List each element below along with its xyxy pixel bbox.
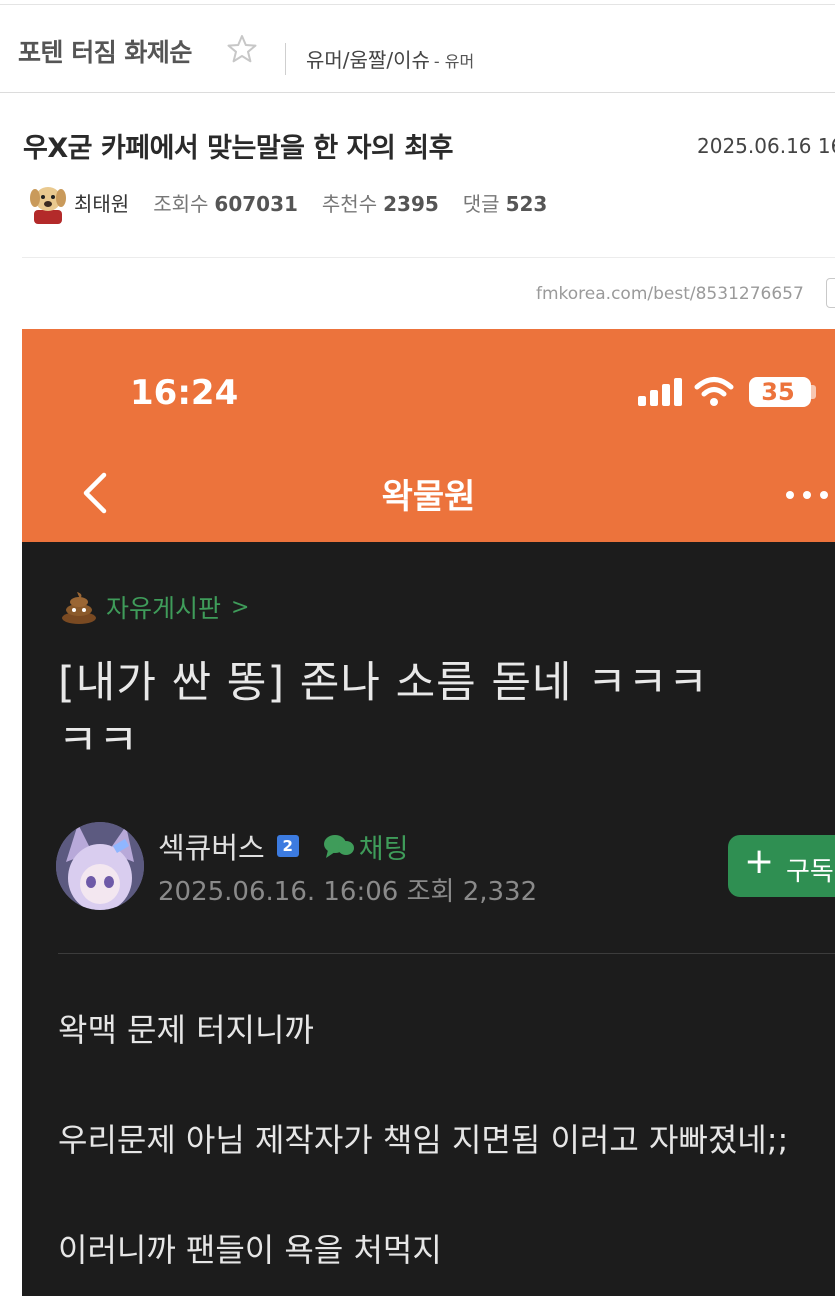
category-label: 유머/움짤/이슈 xyxy=(306,48,430,72)
comment-count[interactable]: 댓글 523 xyxy=(463,188,548,217)
comment-count-value: 523 xyxy=(505,191,548,216)
anime-character-icon xyxy=(56,822,144,910)
inner-title-line: ㅋㅋ xyxy=(58,716,140,766)
board-link[interactable]: 자유게시판 > xyxy=(60,589,249,625)
vote-count: 추천수 2395 xyxy=(322,188,439,217)
body-line: 왁맥 문제 터지니까 xyxy=(58,1011,314,1049)
post-date: 2025.06.16 16 xyxy=(697,134,835,158)
inner-post-title: [내가 싼 똥] 존나 소름 돋네 ㅋㅋㅋ ㅋㅋ xyxy=(58,654,798,770)
board-name: 자유게시판 xyxy=(106,594,222,623)
category-link[interactable]: 유머/움짤/이슈 - 유머 xyxy=(306,44,474,73)
inner-divider xyxy=(58,953,835,954)
subcategory-label: - 유머 xyxy=(433,52,475,71)
view-count: 조회수 607031 xyxy=(153,188,298,217)
chat-label[interactable]: 채팅 xyxy=(359,827,409,866)
copy-url-button[interactable] xyxy=(826,278,835,308)
post-url[interactable]: fmkorea.com/best/8531276657 xyxy=(536,284,804,304)
more-options-icon[interactable] xyxy=(782,487,832,503)
status-time: 16:24 xyxy=(130,373,239,413)
post-title: 우X굳 카페에서 맞는말을 한 자의 최후 xyxy=(23,133,453,164)
best-section-title[interactable]: 포텐 터짐 화제순 xyxy=(18,33,192,69)
battery-icon: 35 xyxy=(749,377,811,407)
body-line: 우리문제 아님 제작자가 책임 지면됨 이러고 자빠졌네;; xyxy=(58,1121,789,1159)
subscribe-label: 구독 xyxy=(786,857,834,887)
inner-author-row: 섹큐버스 2 채팅 xyxy=(158,825,408,867)
inner-author-name[interactable]: 섹큐버스 xyxy=(158,825,265,867)
author-avatar[interactable] xyxy=(56,822,144,910)
breadcrumb-separator xyxy=(285,43,286,75)
wifi-icon xyxy=(694,377,734,406)
view-count-value: 607031 xyxy=(214,191,298,216)
battery-level: 35 xyxy=(761,378,795,406)
author-name[interactable]: 최태원 xyxy=(74,188,129,217)
chat-icon[interactable] xyxy=(323,833,355,859)
cafe-name: 왁물원 xyxy=(381,477,476,517)
star-icon[interactable] xyxy=(226,33,258,65)
level-badge: 2 xyxy=(276,835,299,857)
vote-count-label: 추천수 xyxy=(321,191,378,216)
inner-post-meta: 2025.06.16. 16:06 조회 2,332 xyxy=(158,877,538,907)
view-count-label: 조회수 xyxy=(153,191,209,216)
plus-icon: + xyxy=(744,841,775,882)
dog-avatar-icon[interactable] xyxy=(26,180,70,224)
battery-tip xyxy=(811,385,816,399)
body-line: 이러니까 팬들이 욕을 처먹지 xyxy=(58,1231,442,1269)
subscribe-button[interactable]: + 구독 xyxy=(728,835,835,897)
breadcrumb-bar: 포텐 터짐 화제순 유머/움짤/이슈 - 유머 xyxy=(0,5,835,93)
signal-icon xyxy=(638,378,682,406)
poop-icon xyxy=(62,592,96,624)
chevron-right-icon: > xyxy=(231,594,250,620)
vote-count-value: 2395 xyxy=(383,191,439,216)
app-header: 16:24 35 왁물원 xyxy=(22,329,835,542)
post-meta: 최태원 조회수 607031 추천수 2395 댓글 523 xyxy=(26,178,547,226)
embedded-screenshot: 16:24 35 왁물원 자유게시판 > [내가 싼 똥] 존나 소름 돋네 ㅋ… xyxy=(22,329,835,1296)
inner-title-line: [내가 싼 똥] 존나 소름 돋네 ㅋㅋㅋ xyxy=(58,658,709,708)
comment-count-label: 댓글 xyxy=(462,191,500,216)
header-divider xyxy=(22,257,835,258)
